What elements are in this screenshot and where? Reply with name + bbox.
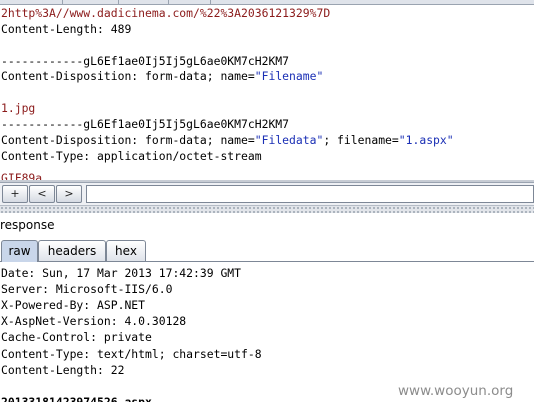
- request-line: 1.jpg: [1, 101, 35, 116]
- search-input[interactable]: [86, 185, 534, 203]
- request-line: Content-Disposition: form-data; name="Fi…: [1, 133, 454, 148]
- request-line-segment: Content-Length: 489: [1, 21, 132, 36]
- tab-hex[interactable]: hex: [106, 240, 146, 261]
- tab-raw[interactable]: raw: [1, 240, 38, 262]
- tab-headers[interactable]: headers: [38, 240, 106, 261]
- response-tabs: raw headers hex: [0, 240, 534, 262]
- watermark: www.wooyun.org: [398, 383, 514, 399]
- response-line: Server: Microsoft-IIS/6.0: [1, 282, 173, 297]
- request-line-segment: Content-Disposition: form-data; name=: [1, 132, 255, 147]
- request-editor[interactable]: 2http%3A//www.dadicinema.com/%22%3A20361…: [0, 5, 534, 180]
- response-line: X-AspNet-Version: 4.0.30128: [1, 314, 187, 329]
- response-line: X-Powered-By: ASP.NET: [1, 298, 146, 313]
- request-line-segment: "Filename": [254, 69, 324, 84]
- request-line: Content-Disposition: form-data; name="Fi…: [1, 69, 323, 84]
- request-line: ------------gL6Ef1ae0Ij5Ij5gL6ae0KM7cH2K…: [1, 54, 289, 69]
- request-line-segment: Content-Type: application/octet-stream: [1, 148, 262, 163]
- next-button[interactable]: >: [56, 185, 82, 203]
- request-line-segment: Content-Disposition: form-data; name=: [1, 69, 255, 84]
- request-line-segment: "Filedata": [254, 132, 324, 147]
- request-line-segment: "1.aspx": [398, 132, 454, 147]
- search-bar: + < >: [0, 182, 534, 206]
- request-line: 2http%3A//www.dadicinema.com/%22%3A20361…: [1, 6, 330, 21]
- request-line: Content-Length: 489: [1, 22, 131, 37]
- request-line-segment: 1.jpg: [1, 101, 36, 116]
- split-pane-divider[interactable]: [0, 206, 534, 213]
- request-line-segment: ------------gL6Ef1ae0Ij5Ij5gL6ae0KM7cH2K…: [1, 116, 290, 131]
- response-line: Cache-Control: private: [1, 330, 152, 345]
- response-title: response: [0, 218, 55, 232]
- response-line: Date: Sun, 17 Mar 2013 17:42:39 GMT: [1, 266, 242, 280]
- response-line: Content-Length: 22: [1, 362, 125, 377]
- response-line: Content-Type: text/html; charset=utf-8: [1, 346, 262, 361]
- previous-button[interactable]: <: [29, 185, 55, 203]
- request-line: GIF89a: [1, 171, 42, 180]
- request-line-segment: GIF89a: [1, 171, 43, 180]
- response-line: 20133181423974526.aspx: [1, 394, 152, 402]
- add-button[interactable]: +: [2, 185, 28, 203]
- request-line: Content-Type: application/octet-stream: [1, 149, 262, 164]
- request-line-segment: ------------gL6Ef1ae0Ij5Ij5gL6ae0KM7cH2K…: [1, 53, 290, 68]
- request-line-segment: 2http%3A//www.dadicinema.com/%22%3A20361…: [1, 6, 331, 20]
- response-body[interactable]: Date: Sun, 17 Mar 2013 17:42:39 GMT Serve…: [0, 264, 534, 402]
- request-line-segment: ; filename=: [323, 132, 399, 147]
- request-line: ------------gL6Ef1ae0Ij5Ij5gL6ae0KM7cH2K…: [1, 117, 289, 132]
